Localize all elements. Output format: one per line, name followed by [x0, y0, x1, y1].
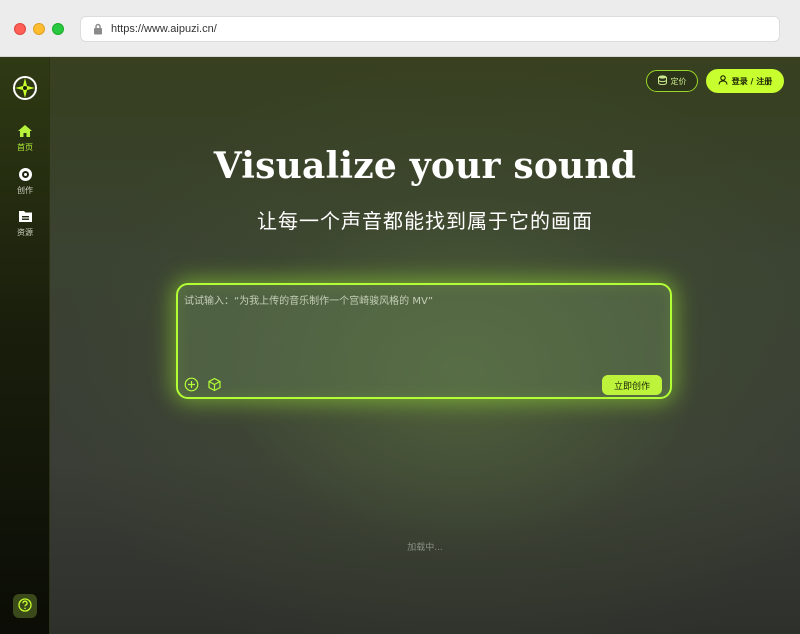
- sidebar-item-label: 创作: [17, 186, 33, 195]
- browser-chrome: https://www.aipuzi.cn/: [0, 0, 800, 57]
- minimize-window-button[interactable]: [33, 23, 45, 35]
- pricing-label: 定价: [670, 76, 687, 86]
- home-icon: [17, 123, 33, 139]
- help-button[interactable]: [13, 594, 37, 618]
- close-window-button[interactable]: [14, 23, 26, 35]
- help-icon: [18, 597, 32, 616]
- login-label: 登录 / 注册: [731, 76, 773, 86]
- sidebar-item-create[interactable]: 创作: [0, 166, 50, 196]
- cube-icon[interactable]: [207, 377, 222, 392]
- sidebar-item-label: 首页: [17, 143, 33, 152]
- hero-title: Visualize your sound: [213, 145, 637, 187]
- address-bar[interactable]: https://www.aipuzi.cn/: [80, 16, 780, 42]
- create-now-button[interactable]: 立即创作: [602, 375, 662, 395]
- user-icon: [718, 75, 728, 87]
- sidebar-item-home[interactable]: 首页: [0, 123, 50, 153]
- prompt-input[interactable]: 试试输入：“为我上传的音乐制作一个宫崎骏风格的 MV” 立即创作: [176, 283, 672, 399]
- hero-subtitle: 让每一个声音都能找到属于它的画面: [257, 209, 593, 233]
- sidebar-item-label: 资源: [17, 228, 33, 237]
- disc-icon: [17, 166, 33, 182]
- login-register-button[interactable]: 登录 / 注册: [706, 69, 784, 93]
- add-icon[interactable]: [184, 377, 199, 392]
- pricing-button[interactable]: 定价: [646, 70, 698, 92]
- sidebar-item-resources[interactable]: 资源: [0, 208, 50, 238]
- app: 首页 创作 资源 定价 登录 / 注册 Visualize your sound…: [0, 57, 800, 634]
- loading-status: 加载中...: [407, 543, 443, 553]
- folder-icon: [17, 208, 33, 224]
- compass-star-icon[interactable]: [12, 75, 38, 101]
- lock-icon: [91, 22, 105, 36]
- main-content: 定价 登录 / 注册 Visualize your sound 让每一个声音都能…: [50, 57, 800, 634]
- sidebar: 首页 创作 资源: [0, 57, 50, 634]
- maximize-window-button[interactable]: [52, 23, 64, 35]
- prompt-placeholder: 试试输入：“为我上传的音乐制作一个宫崎骏风格的 MV”: [184, 296, 434, 307]
- url-text: https://www.aipuzi.cn/: [111, 23, 217, 35]
- database-icon: [657, 75, 667, 87]
